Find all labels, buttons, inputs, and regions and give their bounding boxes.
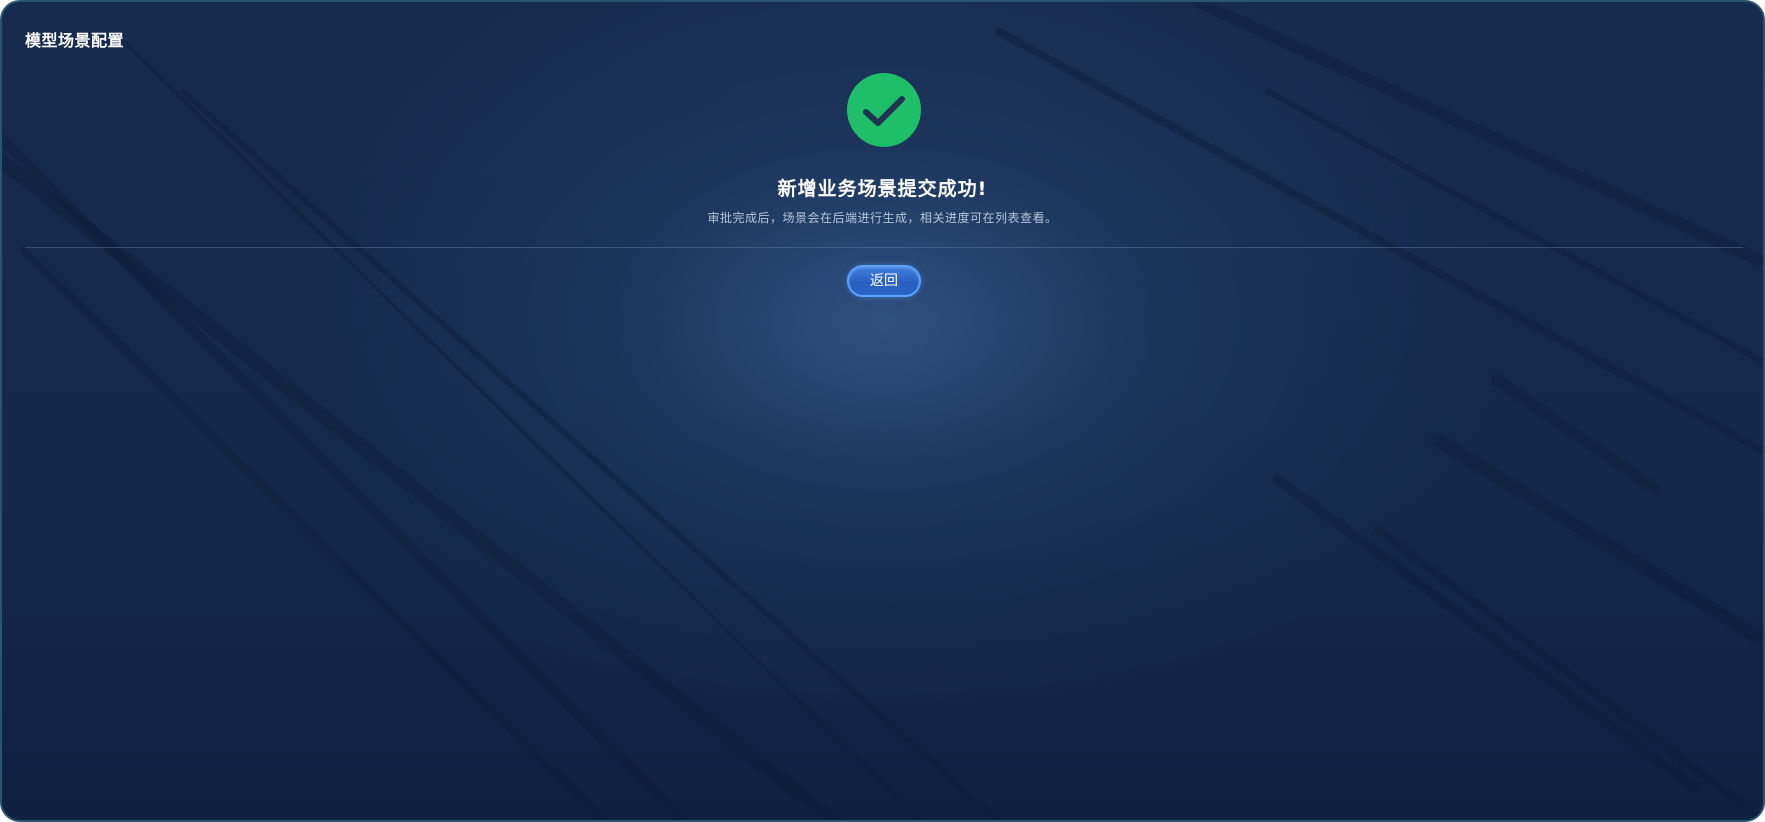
result-panel: 模型场景配置 新增业务场景提交成功! 审批完成后，场景会在后端进行生成，相关进度… <box>0 0 1765 822</box>
success-description: 审批完成后，场景会在后端进行生成，相关进度可在列表查看。 <box>707 211 1058 225</box>
check-circle-icon <box>847 73 921 147</box>
success-headline: 新增业务场景提交成功! <box>777 178 988 200</box>
divider <box>25 247 1743 248</box>
back-button[interactable]: 返回 <box>847 265 921 297</box>
page-title: 模型场景配置 <box>25 31 125 50</box>
